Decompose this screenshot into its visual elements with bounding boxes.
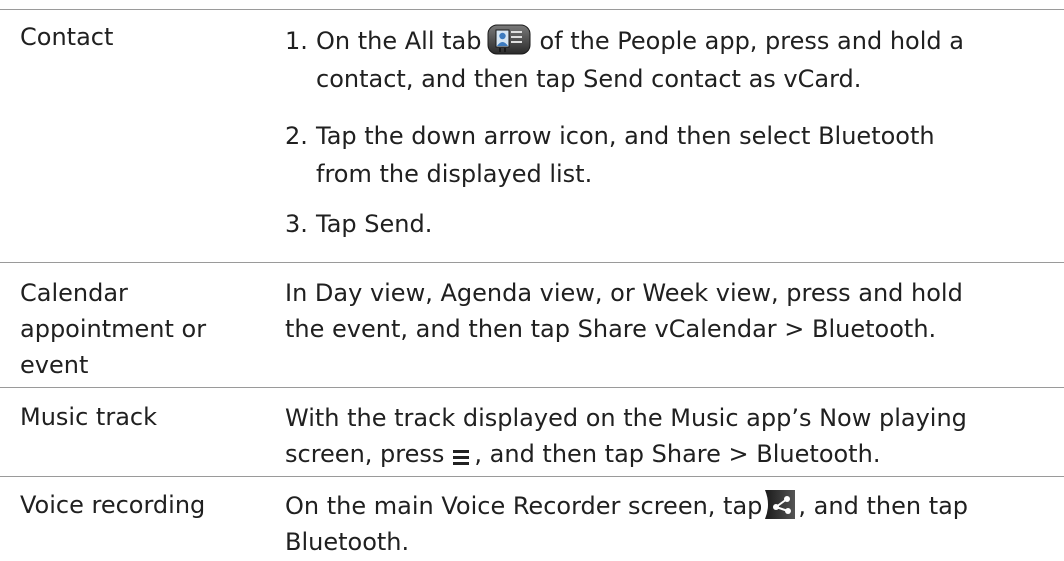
menu-icon bbox=[450, 442, 472, 465]
step-text-emphasis: Send contact as vCard bbox=[583, 65, 854, 93]
body-line-1: On the main Voice Recorder screen, tap bbox=[285, 492, 763, 520]
body-emphasis: Bluetooth bbox=[756, 440, 873, 468]
row-label-line: appointment or bbox=[20, 315, 207, 343]
body-emphasis: Share bbox=[651, 440, 721, 468]
body-emphasis: Bluetooth bbox=[285, 528, 402, 556]
row-body-voice: On the main Voice Recorder screen, tap ,… bbox=[285, 488, 1025, 560]
people-app-icon bbox=[487, 24, 531, 55]
contact-step-3: 3. Tap Send. bbox=[285, 205, 1025, 243]
body-line-1: With the track displayed on the Music ap… bbox=[285, 404, 967, 432]
body-line-1: In Day view, Agenda view, or Week view, … bbox=[285, 279, 963, 307]
step-text-part1: Tap the down arrow icon, and then select bbox=[316, 122, 811, 150]
row-label-voice: Voice recording bbox=[20, 491, 206, 519]
step-number: 3. bbox=[285, 210, 308, 238]
body-end: . bbox=[401, 528, 410, 556]
body-emphasis: Share vCalendar bbox=[577, 315, 777, 343]
body-line-2: screen, press bbox=[285, 440, 445, 468]
contact-step-1: 1. On the All tab of the People app, pre… bbox=[285, 22, 1025, 98]
row-label-music: Music track bbox=[20, 403, 157, 431]
table-rule-1 bbox=[0, 262, 1064, 263]
step-text-emphasis: Bluetooth bbox=[818, 122, 935, 150]
step-text-plain: Tap bbox=[316, 210, 357, 238]
row-body-music: With the track displayed on the Music ap… bbox=[285, 400, 1025, 472]
share-icon bbox=[764, 489, 796, 520]
table-rule-2 bbox=[0, 387, 1064, 388]
step-text-end: . bbox=[424, 210, 433, 238]
step-text-end: . bbox=[853, 65, 862, 93]
step-text-part1: of the People app, press and hold a bbox=[539, 27, 964, 55]
row-label-line: Calendar bbox=[20, 279, 128, 307]
step-text-part2: from the displayed list. bbox=[316, 160, 593, 188]
row-label-line: event bbox=[20, 351, 89, 379]
body-end: . bbox=[872, 440, 881, 468]
body-end: . bbox=[928, 315, 937, 343]
body-separator: > bbox=[776, 315, 813, 343]
step-text-emphasis: Send bbox=[364, 210, 425, 238]
step-text: On the All tab of the People app, press … bbox=[285, 22, 1025, 98]
body-emphasis: Bluetooth bbox=[812, 315, 929, 343]
step-text: Tap the down arrow icon, and then select… bbox=[285, 117, 1025, 193]
step-text-prefix: On the All tab bbox=[316, 27, 482, 55]
body-separator: > bbox=[720, 440, 757, 468]
row-body-calendar: In Day view, Agenda view, or Week view, … bbox=[285, 275, 1025, 347]
body-text-mid: , and then tap bbox=[474, 440, 645, 468]
table-rule-top bbox=[0, 9, 1064, 10]
bluetooth-sharing-table: Contact 1. On the All tab of the People … bbox=[0, 0, 1064, 561]
step-text: Tap Send. bbox=[285, 205, 1025, 243]
row-label-contact: Contact bbox=[20, 23, 114, 51]
contact-step-2: 2. Tap the down arrow icon, and then sel… bbox=[285, 117, 1025, 193]
body-line-2: the event, and then tap bbox=[285, 315, 570, 343]
row-label-calendar: Calendar appointment or event bbox=[20, 275, 260, 383]
step-number: 2. bbox=[285, 122, 308, 150]
body-text-end: , and then tap bbox=[798, 492, 969, 520]
step-number: 1. bbox=[285, 27, 308, 55]
table-rule-3 bbox=[0, 476, 1064, 477]
step-text-part2: contact, and then tap bbox=[316, 65, 576, 93]
